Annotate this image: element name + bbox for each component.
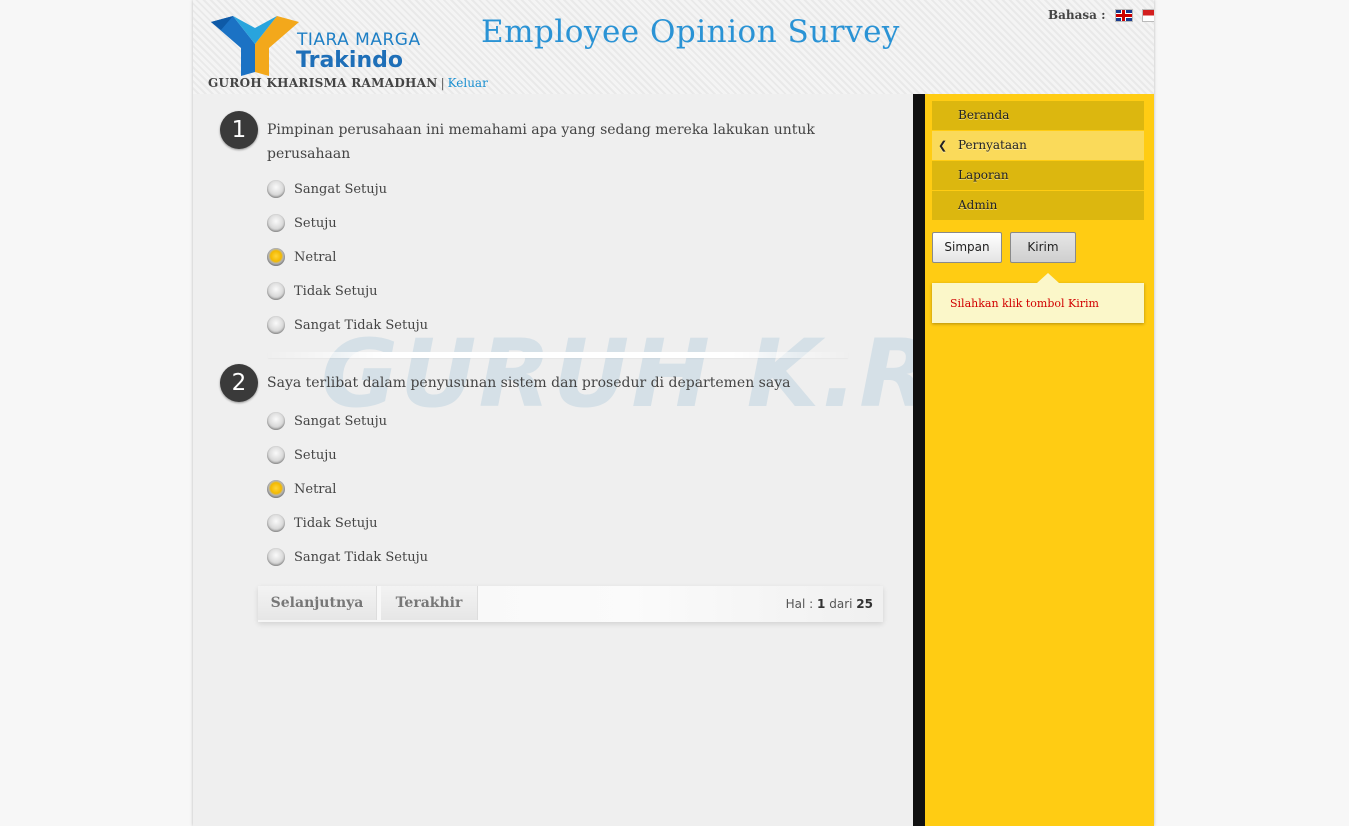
- brand-name-bottom: Trakindo: [296, 48, 403, 73]
- menu-item-label: Admin: [958, 198, 998, 212]
- indonesia-flag-icon[interactable]: [1141, 9, 1154, 22]
- save-button[interactable]: Simpan: [932, 232, 1002, 263]
- radio-icon[interactable]: [267, 548, 285, 566]
- submit-button[interactable]: Kirim: [1010, 232, 1076, 263]
- menu-item-label: Laporan: [958, 168, 1009, 182]
- user-name: GUROH KHARISMA RAMADHAN: [208, 76, 438, 90]
- of-label: dari: [829, 597, 853, 611]
- option-label: Sangat Tidak Setuju: [294, 318, 428, 333]
- english-flag-icon[interactable]: [1114, 9, 1133, 22]
- menu-item-beranda[interactable]: Beranda: [932, 101, 1144, 130]
- menu-item-label: Pernyataan: [958, 138, 1027, 152]
- menu-item-admin[interactable]: Admin: [932, 191, 1144, 220]
- tooltip-text: Silahkan klik tombol Kirim: [950, 297, 1099, 310]
- menu-item-pernyataan[interactable]: ❮ Pernyataan: [932, 131, 1144, 160]
- question-divider: [268, 352, 848, 358]
- radio-icon[interactable]: [267, 446, 285, 464]
- radio-selected-icon[interactable]: [267, 248, 285, 266]
- page-label: Hal :: [785, 597, 814, 611]
- user-line: GUROH KHARISMA RAMADHAN | Keluar: [208, 76, 488, 90]
- option-label: Sangat Setuju: [294, 414, 388, 429]
- trakindo-logo: [211, 16, 299, 76]
- page-title: Employee Opinion Survey: [481, 14, 900, 50]
- header: TIARA MARGA Trakindo GUROH KHARISMA RAMA…: [193, 0, 1154, 94]
- question-text: Pimpinan perusahaan ini memahami apa yan…: [267, 122, 815, 162]
- option-label: Netral: [294, 482, 337, 497]
- radio-icon[interactable]: [267, 282, 285, 300]
- radio-selected-icon[interactable]: [267, 480, 285, 498]
- option-label: Tidak Setuju: [294, 516, 378, 531]
- survey-content: GURUH K.R 1 Pimpinan perusahaan ini mema…: [193, 94, 932, 826]
- page-container: TIARA MARGA Trakindo GUROH KHARISMA RAMA…: [193, 0, 1154, 826]
- option-label: Netral: [294, 250, 337, 265]
- option-label: Sangat Tidak Setuju: [294, 550, 428, 565]
- current-page: 1: [817, 597, 826, 611]
- radio-icon[interactable]: [267, 412, 285, 430]
- last-button[interactable]: Terakhir: [381, 586, 478, 620]
- question-number: 1: [220, 111, 258, 149]
- tooltip-arrow: [1037, 273, 1059, 283]
- language-selector: Bahasa :: [1048, 8, 1154, 22]
- sidebar-divider: [913, 94, 925, 826]
- brand-name-top: TIARA MARGA: [297, 30, 421, 50]
- menu-item-label: Beranda: [958, 108, 1010, 122]
- question-text: Saya terlibat dalam penyusunan sistem da…: [267, 375, 791, 391]
- tooltip: Silahkan klik tombol Kirim: [932, 273, 1144, 323]
- language-label: Bahasa :: [1048, 8, 1106, 22]
- menu-item-laporan[interactable]: Laporan: [932, 161, 1144, 190]
- option-label: Sangat Setuju: [294, 182, 388, 197]
- sidebar: Beranda ❮ Pernyataan Laporan Admin Simpa…: [925, 94, 1154, 826]
- chevron-left-icon: ❮: [938, 139, 948, 152]
- question-number: 2: [220, 364, 258, 402]
- radio-icon[interactable]: [267, 214, 285, 232]
- total-pages: 25: [856, 597, 873, 611]
- option-label: Tidak Setuju: [294, 284, 378, 299]
- pagination-bar: Selanjutnya Terakhir Hal : 1 dari 25: [258, 586, 883, 622]
- next-button[interactable]: Selanjutnya: [258, 586, 377, 620]
- sidebar-menu: Beranda ❮ Pernyataan Laporan Admin: [932, 101, 1144, 221]
- separator: |: [440, 76, 445, 90]
- option-label: Setuju: [294, 216, 337, 231]
- logout-link[interactable]: Keluar: [448, 76, 488, 90]
- radio-icon[interactable]: [267, 514, 285, 532]
- radio-icon[interactable]: [267, 180, 285, 198]
- page-indicator: Hal : 1 dari 25: [786, 586, 873, 622]
- radio-icon[interactable]: [267, 316, 285, 334]
- option-label: Setuju: [294, 448, 337, 463]
